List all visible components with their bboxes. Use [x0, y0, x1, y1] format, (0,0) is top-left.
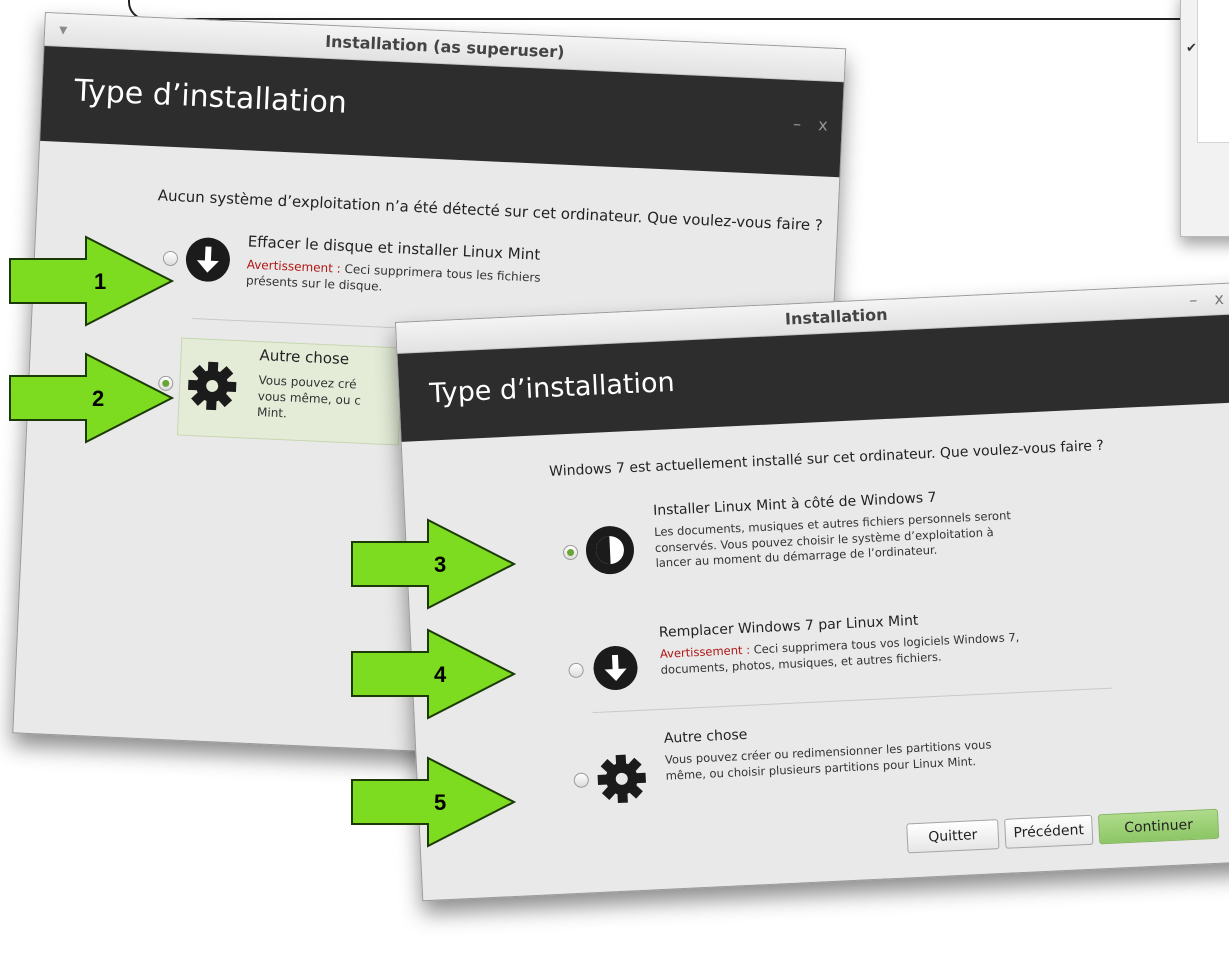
window-controls[interactable]: – x — [793, 114, 834, 135]
annotation-arrow-2: 2 — [9, 352, 175, 444]
window-controls[interactable]: – x — [1189, 284, 1229, 316]
download-arrow-icon — [185, 237, 230, 282]
page-heading: Type d’installation — [73, 73, 348, 121]
arrow-number-3: 3 — [434, 552, 446, 577]
radio-something-else[interactable] — [573, 772, 590, 789]
background-window-panel: ✔ — [1180, 0, 1229, 237]
option-description: Vous pouvez cré vous même, ou c Mint. — [257, 372, 362, 425]
annotation-arrow-5: 5 — [351, 756, 517, 848]
option-title: Autre chose — [259, 346, 350, 369]
question-text: Windows 7 est actuellement installé sur … — [548, 437, 1105, 480]
gear-icon — [188, 361, 237, 411]
installer-dialog-front: Installation – x Type d’installation Win… — [395, 280, 1229, 902]
callout-frame-top — [128, 0, 1229, 20]
arrow-number-5: 5 — [434, 790, 446, 815]
option-install-alongside[interactable]: Installer Linux Mint à côté de Windows 7… — [555, 479, 1119, 605]
option-title: Autre chose — [663, 726, 748, 747]
radio-install-alongside[interactable] — [562, 544, 579, 561]
annotation-arrow-1: 1 — [9, 235, 175, 327]
arrow-number-2: 2 — [92, 386, 104, 411]
annotation-arrow-4: 4 — [351, 628, 517, 720]
back-button[interactable]: Précédent — [1004, 814, 1094, 849]
radio-replace-windows[interactable] — [568, 662, 584, 679]
annotation-arrow-3: 3 — [351, 518, 517, 610]
half-circle-icon — [585, 526, 634, 575]
page-heading: Type d’installation — [428, 366, 676, 410]
warning-label: Avertissement : — [246, 257, 342, 276]
background-window-content — [1197, 0, 1229, 143]
gear-icon — [597, 754, 646, 804]
option-warning: Avertissement : Ceci supprimera tous les… — [246, 256, 567, 303]
download-arrow-icon — [593, 645, 638, 690]
option-description: Les documents, musiques et autres fichie… — [653, 508, 1012, 571]
option-erase-disk[interactable]: Effacer le disque et installer Linux Min… — [153, 226, 716, 321]
quit-button[interactable]: Quitter — [906, 819, 1000, 854]
arrow-number-4: 4 — [434, 662, 447, 687]
question-text: Aucun système d’exploitation n’a été dét… — [157, 186, 824, 235]
window-menu-icon[interactable]: ▾ — [58, 14, 68, 46]
option-something-else[interactable]: Autre chose Vous pouvez cré vous même, o… — [157, 337, 404, 446]
continue-button[interactable]: Continuer — [1097, 808, 1220, 845]
window-title: Installation (as superuser) — [324, 31, 565, 62]
arrow-number-1: 1 — [94, 269, 106, 294]
check-icon: ✔ — [1186, 41, 1197, 56]
option-something-else[interactable]: Autre chose Vous pouvez créer ou redimen… — [566, 707, 1129, 813]
window-title: Installation — [784, 304, 888, 329]
